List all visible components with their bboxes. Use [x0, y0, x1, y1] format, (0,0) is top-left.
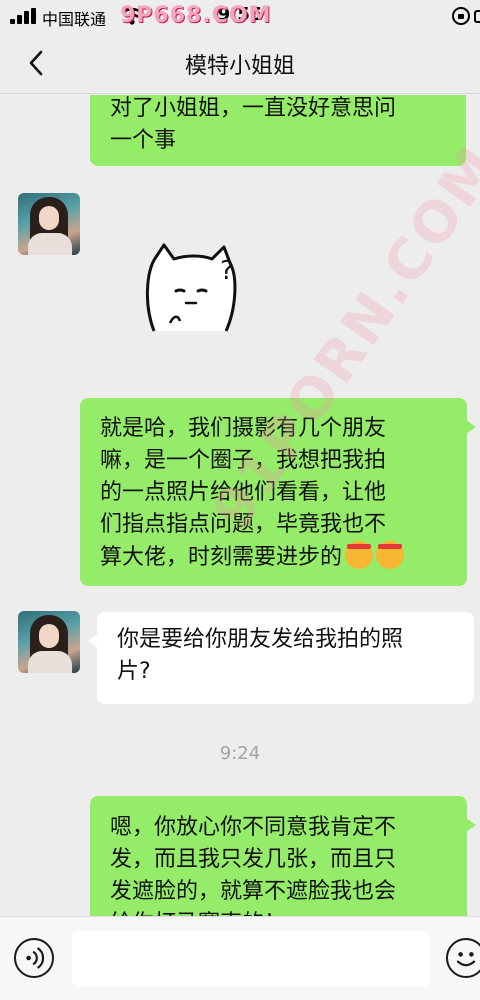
message-text: 就是哈，我们摄影有几个朋友 嘛，是一个圈子，我想把我拍 的一点照片给他们看看，让… [100, 416, 387, 570]
voice-icon[interactable] [14, 938, 54, 978]
message-bubble-outgoing[interactable]: 就是哈，我们摄影有几个朋友 嘛，是一个圈子，我想把我拍 的一点照片给他们看看，让… [80, 398, 476, 586]
chat-title: 模特小姐姐 [184, 54, 295, 79]
input-bar [0, 916, 480, 1000]
message-input[interactable] [72, 931, 430, 987]
avatar[interactable] [18, 611, 80, 673]
salute-face-emoji-icon [345, 541, 374, 569]
emoji-icon[interactable] [446, 938, 480, 978]
message-bubble-outgoing[interactable]: 对了小姐姐，一直没好意思问 一个事 [90, 95, 466, 166]
message-text: 对了小姐姐，一直没好意思问 一个事 [110, 96, 397, 153]
message-text: 嗯，你放心你不同意我肯定不 发，而且我只发几张，而且只 发遮脸的，就算不遮脸我也… [110, 815, 397, 916]
message-timestamp: 9:24 [219, 743, 261, 764]
rotation-lock-icon [452, 7, 470, 25]
svg-text:?: ? [220, 256, 234, 286]
cat-sticker-image[interactable]: ? [140, 243, 250, 335]
avatar[interactable] [18, 193, 80, 255]
salute-face-emoji-icon [376, 541, 405, 569]
message-list[interactable]: 对了小姐姐，一直没好意思问 一个事 ? 就是哈，我们摄影有几个朋友 嘛，是一个圈… [0, 95, 480, 916]
message-text: 你是要给你朋友发给我拍的照 片? [117, 627, 404, 684]
watermark-logo: 9P668.COM [120, 3, 272, 28]
chat-header: 模特小姐姐 [0, 34, 480, 94]
message-bubble-outgoing[interactable]: 嗯，你放心你不同意我肯定不 发，而且我只发几张，而且只 发遮脸的，就算不遮脸我也… [90, 796, 476, 916]
battery-icon [474, 10, 480, 23]
message-bubble-incoming[interactable]: 你是要给你朋友发给我拍的照 片? [88, 612, 474, 704]
